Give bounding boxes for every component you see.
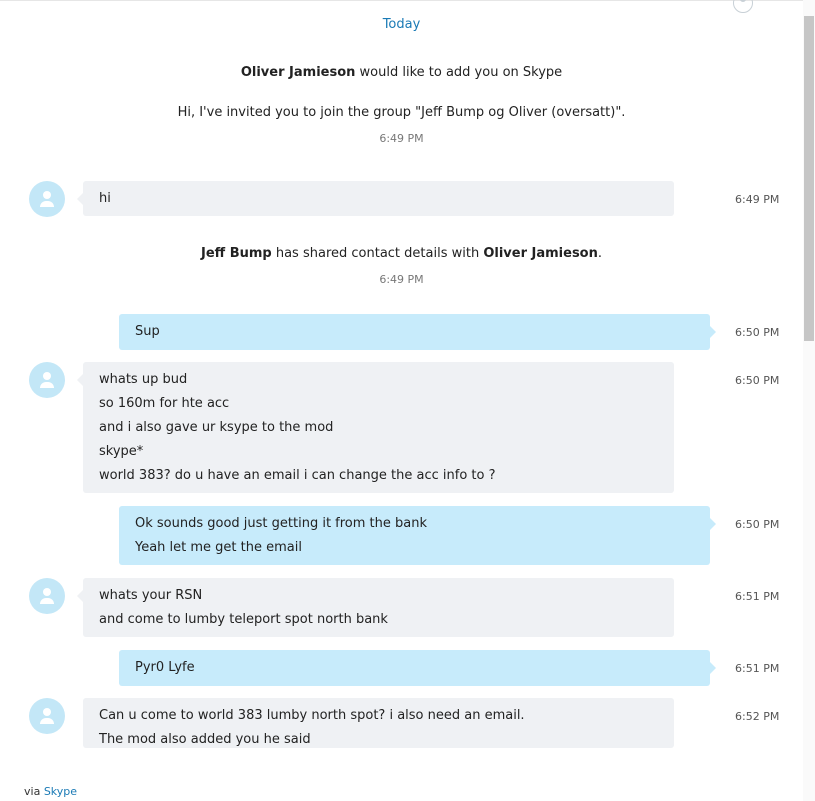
message-timestamp: 6:52 PM bbox=[735, 710, 780, 723]
share-actor: Jeff Bump bbox=[200, 246, 272, 261]
message-timestamp: 6:50 PM bbox=[735, 374, 780, 387]
notice-action: would like to add you on Skype bbox=[355, 65, 563, 80]
incoming-message-bubble: Can u come to world 383 lumby north spot… bbox=[83, 698, 674, 748]
contact-share-notice: Jeff Bump has shared contact details wit… bbox=[200, 246, 603, 261]
message-line: so 160m for hte acc bbox=[99, 396, 230, 411]
incoming-message-bubble: whats up bud so 160m for hte acc and i a… bbox=[77, 362, 674, 493]
contact-avatar[interactable] bbox=[29, 698, 65, 734]
message-line: and come to lumby teleport spot north ba… bbox=[99, 612, 388, 627]
contact-request-notice: Oliver Jamieson would like to add you on… bbox=[0, 65, 803, 80]
message-line: Sup bbox=[135, 324, 160, 339]
message-timestamp: 6:51 PM bbox=[735, 590, 780, 603]
message-timestamp: 6:50 PM bbox=[735, 326, 780, 339]
day-separator: Today bbox=[382, 17, 421, 32]
message-line: The mod also added you he said bbox=[99, 732, 311, 747]
invite-message: Hi, I've invited you to join the group "… bbox=[177, 105, 626, 120]
footer-attribution: via Skype bbox=[24, 785, 78, 798]
contact-avatar[interactable] bbox=[29, 362, 65, 398]
message-line: world 383? do u have an email i can chan… bbox=[99, 468, 496, 483]
outgoing-message-bubble: Pyr0 Lyfe bbox=[119, 650, 716, 686]
user-profile-icon[interactable] bbox=[733, 0, 753, 13]
message-line: Pyr0 Lyfe bbox=[135, 660, 195, 675]
skype-link[interactable]: Skype bbox=[44, 785, 77, 798]
message-line: whats up bud bbox=[99, 372, 188, 387]
share-target: Oliver Jamieson bbox=[483, 246, 598, 261]
message-timestamp: 6:49 PM bbox=[735, 193, 780, 206]
scrollbar-thumb[interactable] bbox=[804, 16, 814, 341]
message-line: Yeah let me get the email bbox=[135, 540, 302, 555]
message-line: Ok sounds good just getting it from the … bbox=[135, 516, 428, 531]
sender-name: Oliver Jamieson bbox=[240, 65, 356, 80]
message-line: skype* bbox=[99, 444, 144, 459]
message-timestamp: 6:50 PM bbox=[735, 518, 780, 531]
message-line: hi bbox=[99, 191, 111, 206]
message-timestamp: 6:51 PM bbox=[735, 662, 780, 675]
invite-timestamp: 6:49 PM bbox=[379, 132, 424, 145]
message-line: whats your RSN bbox=[99, 588, 203, 603]
outgoing-message-bubble: Ok sounds good just getting it from the … bbox=[119, 506, 716, 565]
message-line: Can u come to world 383 lumby north spot… bbox=[99, 708, 525, 723]
top-divider bbox=[0, 0, 803, 1]
incoming-message-bubble: whats your RSN and come to lumby telepor… bbox=[77, 578, 674, 637]
share-timestamp: 6:49 PM bbox=[379, 273, 424, 286]
contact-avatar[interactable] bbox=[29, 181, 65, 217]
contact-avatar[interactable] bbox=[29, 578, 65, 614]
message-line: and i also gave ur ksype to the mod bbox=[99, 420, 334, 435]
outgoing-message-bubble: Sup bbox=[119, 314, 716, 350]
incoming-message-bubble: hi bbox=[77, 181, 674, 216]
